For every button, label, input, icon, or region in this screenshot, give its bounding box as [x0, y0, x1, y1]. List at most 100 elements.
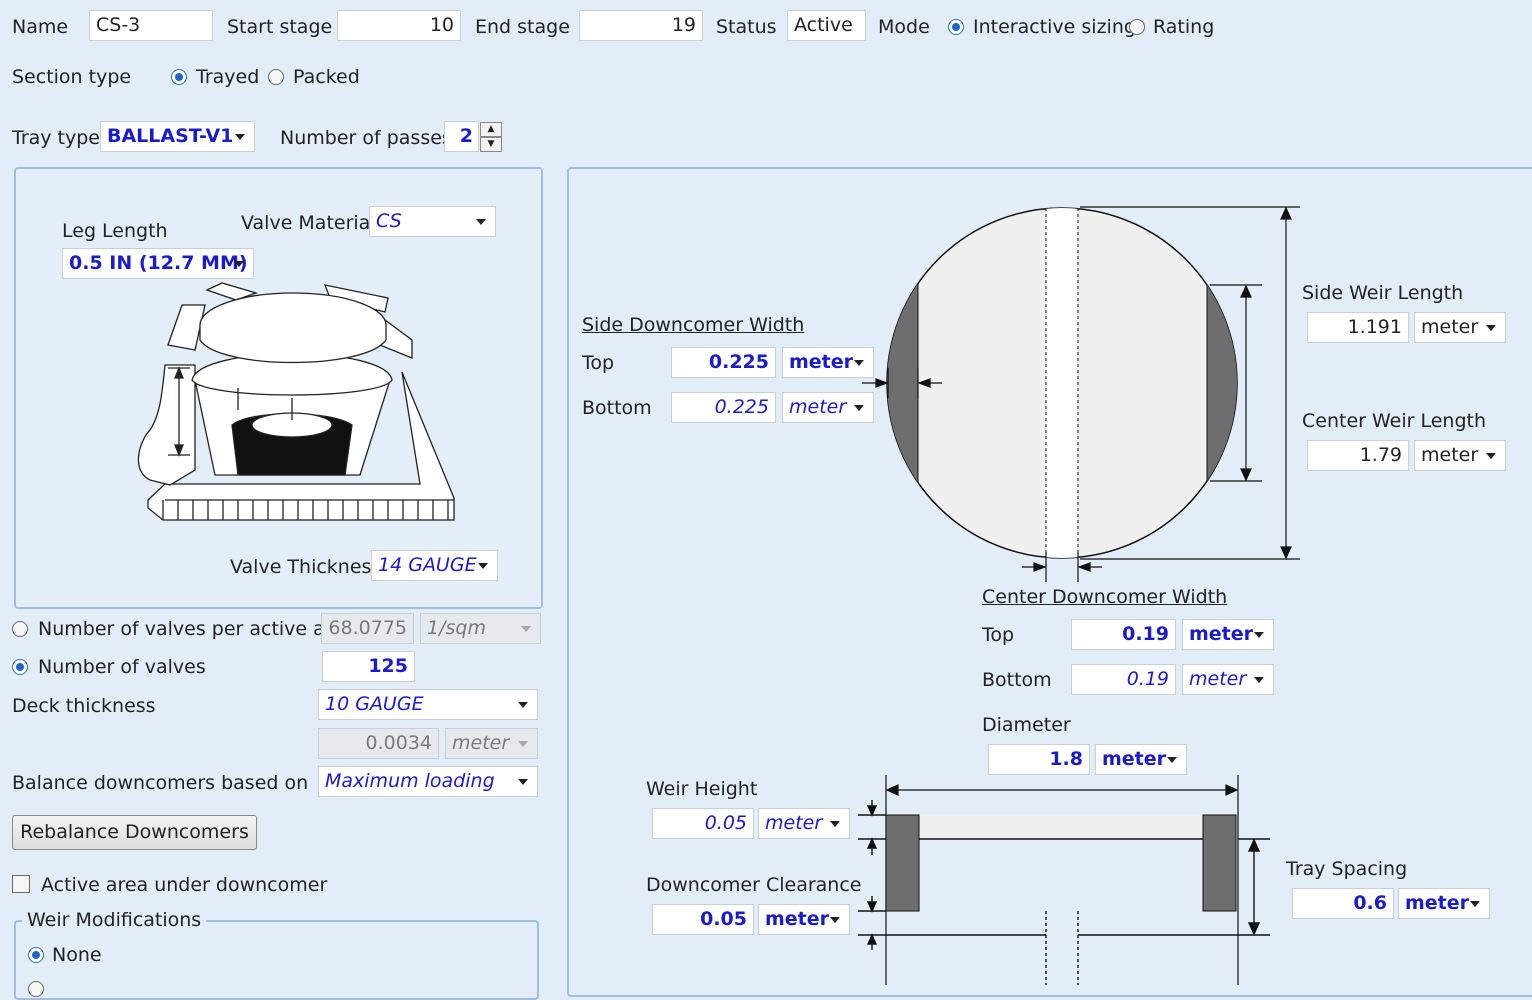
valve-thickness-label: Valve Thickness — [230, 556, 382, 578]
weir-mod-none-radio[interactable] — [28, 947, 44, 963]
leg-length-value: 0.5 IN (12.7 MM) — [69, 252, 248, 274]
diameter-label: Diameter — [982, 714, 1071, 736]
deck-gauge-value: 10 GAUGE — [325, 693, 424, 715]
passes-label: Number of passes — [280, 127, 452, 149]
passes-input[interactable]: 2 — [444, 121, 479, 152]
tray-spacing-input[interactable]: 0.6 — [1292, 888, 1394, 919]
valves-per-area-unit: 1/sqm — [427, 617, 486, 639]
deck-gauge-select[interactable]: 10 GAUGE — [318, 689, 538, 720]
dc-clearance-label: Downcomer Clearance — [646, 874, 862, 896]
rebalance-downcomers-button[interactable]: Rebalance Downcomers — [12, 815, 257, 850]
deck-unit-select: meter — [445, 728, 538, 759]
side-dc-bottom-unit: meter — [789, 396, 847, 418]
chevron-down-icon — [235, 134, 245, 140]
valves-per-area-input: 68.0775 — [321, 613, 414, 644]
name-input[interactable]: CS-3 — [89, 10, 213, 41]
active-area-label[interactable]: Active area under downcomer — [41, 876, 327, 895]
active-area-checkbox[interactable] — [12, 875, 30, 893]
chevron-down-icon — [234, 261, 244, 267]
tray-type-label: Tray type — [12, 127, 100, 149]
section-type-label: Section type — [12, 66, 132, 88]
dc-clearance-unit-select[interactable]: meter — [758, 904, 850, 935]
mode-interactive-label[interactable]: Interactive sizing — [973, 18, 1136, 37]
side-weir-length-input[interactable]: 1.191 — [1307, 312, 1409, 343]
tray-spacing-unit: meter — [1405, 892, 1470, 914]
spin-up-icon[interactable]: ▲ — [480, 122, 502, 137]
center-weir-length-label: Center Weir Length — [1302, 410, 1487, 432]
valve-thickness-select[interactable]: 14 GAUGE — [371, 550, 498, 581]
section-packed-label[interactable]: Packed — [293, 68, 360, 87]
valves-per-area-unit-select: 1/sqm — [420, 613, 541, 644]
deck-thickness-label: Deck thickness — [12, 695, 156, 717]
status-label: Status — [716, 16, 777, 38]
end-stage-input[interactable]: 19 — [579, 10, 703, 41]
balance-value: Maximum loading — [325, 770, 495, 792]
tray-spacing-unit-select[interactable]: meter — [1398, 888, 1490, 919]
leg-length-select[interactable]: 0.5 IN (12.7 MM) — [62, 248, 254, 279]
side-dc-top-unit-select[interactable]: meter — [782, 347, 874, 378]
center-weir-length-input[interactable]: 1.79 — [1307, 440, 1409, 471]
valve-material-label: Valve Material — [241, 212, 376, 234]
chevron-down-icon — [854, 405, 864, 411]
deck-unit: meter — [452, 732, 510, 754]
weir-mod-option-radio[interactable] — [28, 981, 44, 997]
section-packed-radio[interactable] — [268, 69, 284, 85]
valves-per-area-radio[interactable] — [12, 621, 28, 637]
spin-down-icon[interactable]: ▼ — [480, 137, 502, 152]
side-dc-top-input[interactable]: 0.225 — [671, 347, 776, 378]
side-weir-unit: meter — [1421, 316, 1479, 338]
chevron-down-icon — [1486, 453, 1496, 459]
center-dc-width-title: Center Downcomer Width — [982, 586, 1228, 608]
mode-interactive-radio[interactable] — [948, 19, 964, 35]
center-dc-top-unit-select[interactable]: meter — [1182, 619, 1274, 650]
chevron-down-icon — [478, 563, 488, 569]
chevron-down-icon — [1254, 677, 1264, 683]
side-dc-bottom-input[interactable]: 0.225 — [671, 392, 776, 423]
valve-count-radio[interactable] — [12, 659, 28, 675]
chevron-down-icon — [476, 219, 486, 225]
tray-spacing-label: Tray Spacing — [1286, 858, 1408, 880]
mode-label: Mode — [878, 16, 930, 38]
weir-height-unit-select[interactable]: meter — [758, 808, 850, 839]
weir-height-unit: meter — [765, 812, 823, 834]
leg-length-label: Leg Length — [62, 220, 168, 242]
center-dc-top-label: Top — [982, 624, 1015, 646]
mode-rating-radio[interactable] — [1129, 19, 1145, 35]
chevron-down-icon — [1470, 901, 1480, 907]
weir-mod-none-label[interactable]: None — [52, 946, 102, 965]
valves-per-area-label[interactable]: Number of valves per active area — [38, 620, 356, 639]
tray-type-select[interactable]: BALLAST-V1 — [100, 121, 255, 152]
chevron-down-icon — [1486, 325, 1496, 331]
section-trayed-label[interactable]: Trayed — [196, 68, 259, 87]
chevron-down-icon — [854, 360, 864, 366]
diameter-unit-select[interactable]: meter — [1095, 744, 1187, 775]
weir-mods-legend: Weir Modifications — [22, 911, 207, 930]
center-dc-bottom-unit-select[interactable]: meter — [1182, 664, 1274, 695]
chevron-down-icon — [1254, 632, 1264, 638]
diameter-input[interactable]: 1.8 — [988, 744, 1090, 775]
valve-material-select[interactable]: CS — [369, 206, 496, 237]
section-trayed-radio[interactable] — [171, 69, 187, 85]
balance-select[interactable]: Maximum loading — [318, 766, 538, 797]
balance-label: Balance downcomers based on — [12, 772, 309, 794]
valve-count-input[interactable]: 125 — [322, 651, 415, 682]
center-dc-bottom-input[interactable]: 0.19 — [1071, 664, 1176, 695]
mode-rating-label[interactable]: Rating — [1153, 18, 1214, 37]
side-dc-top-unit: meter — [789, 351, 854, 373]
side-dc-bottom-unit-select[interactable]: meter — [782, 392, 874, 423]
center-weir-unit-select[interactable]: meter — [1414, 440, 1506, 471]
tray-type-value: BALLAST-V1 — [107, 125, 234, 147]
dc-clearance-input[interactable]: 0.05 — [652, 904, 754, 935]
name-label: Name — [12, 16, 69, 38]
chevron-down-icon — [1167, 757, 1177, 763]
center-dc-top-input[interactable]: 0.19 — [1071, 619, 1176, 650]
weir-height-input[interactable]: 0.05 — [652, 808, 754, 839]
center-dc-bottom-unit: meter — [1189, 668, 1247, 690]
side-weir-unit-select[interactable]: meter — [1414, 312, 1506, 343]
chevron-down-icon — [830, 821, 840, 827]
side-dc-top-label: Top — [582, 352, 615, 374]
valve-count-label[interactable]: Number of valves — [38, 658, 206, 677]
start-stage-input[interactable]: 10 — [337, 10, 461, 41]
chevron-down-icon — [830, 917, 840, 923]
dc-clearance-unit: meter — [765, 908, 830, 930]
